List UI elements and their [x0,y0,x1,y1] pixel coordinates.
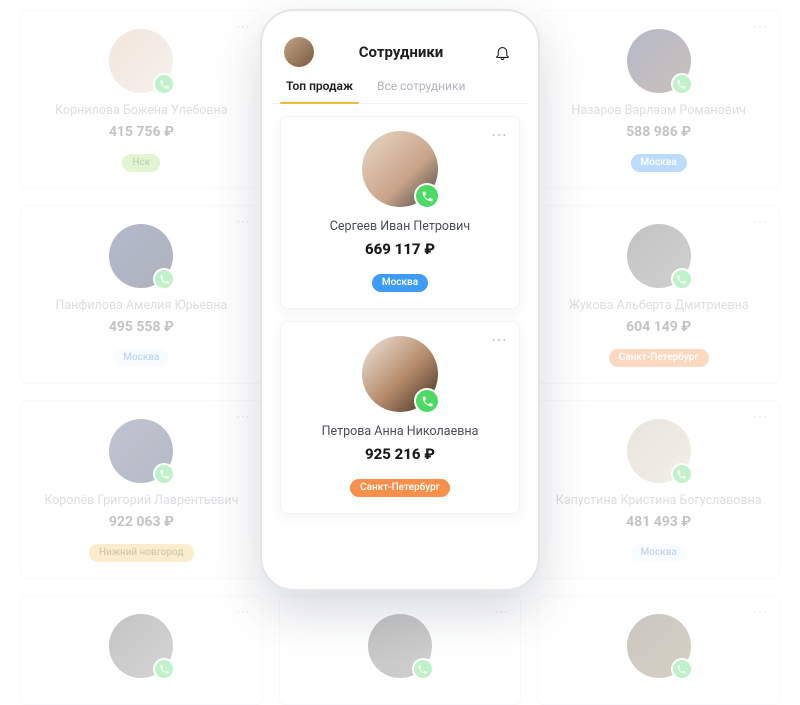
city-chip: Москва [372,274,428,292]
card-menu-button[interactable]: ⋯ [491,125,509,144]
employee-amount: 588 986 ₽ [550,124,767,140]
city-chip: Москва [113,349,169,367]
card-menu-button[interactable]: ⋯ [491,330,509,349]
phone-icon [417,664,428,675]
page-title: Сотрудники [359,43,444,61]
employee-name: Капустина Кристина Богуславовна [550,493,767,508]
phone-icon [421,190,434,203]
phone-icon [159,79,170,90]
phone-icon [676,664,687,675]
employee-name: Сергеев Иван Петрович [293,219,507,234]
call-badge[interactable] [671,268,693,290]
call-badge[interactable] [412,658,434,680]
tab-all-employees[interactable]: Все сотрудники [375,79,467,103]
current-user-avatar[interactable] [284,37,314,67]
city-chip: Санкт-Петербург [350,479,450,497]
employee-name: Панфилова Амелия Юрьевна [33,298,250,313]
background-employee-card: ⋯ Панфилова Амелия Юрьевна 495 558 ₽ Москва [20,205,263,384]
avatar [368,614,432,678]
card-menu-icon: ⋯ [236,19,252,35]
background-employee-card: ⋯ [20,595,263,705]
employee-amount: 481 493 ₽ [550,514,767,530]
avatar [109,614,173,678]
employee-amount: 604 149 ₽ [550,319,767,335]
city-chip: Москва [631,544,687,562]
city-chip: Нск [122,154,160,172]
background-employee-card: ⋯ Корнилова Божена Улебовна 415 756 ₽ Нск [20,10,263,189]
call-badge[interactable] [153,463,175,485]
background-employee-card: ⋯ [279,595,522,705]
employee-amount: 922 063 ₽ [33,514,250,530]
tab-top-sales[interactable]: Топ продаж [284,79,355,103]
call-badge[interactable] [671,463,693,485]
app-header: Сотрудники [272,31,528,79]
employee-card[interactable]: ⋯ Петрова Анна Николаевна 925 216 ₽ Санкт-П… [280,321,520,514]
card-menu-icon: ⋯ [494,604,510,620]
employee-amount: 495 558 ₽ [33,319,250,335]
employee-amount: 669 117 ₽ [293,240,507,258]
card-menu-icon: ⋯ [753,604,769,620]
phone-icon [676,469,687,480]
employee-name: Петрова Анна Николаевна [293,424,507,439]
background-employee-card: ⋯ Жукова Альберта Дмитриевна 604 149 ₽ Санк… [537,205,780,384]
phone-icon [676,79,687,90]
call-badge[interactable] [414,388,440,414]
background-employee-card: ⋯ Королёв Григорий Лаврентьевич 922 063 ₽ Н… [20,400,263,579]
employee-amount: 925 216 ₽ [293,445,507,463]
employee-name: Королёв Григорий Лаврентьевич [33,493,250,508]
avatar [109,29,173,93]
card-menu-icon: ⋯ [236,214,252,230]
call-badge[interactable] [414,183,440,209]
background-employee-card: ⋯ [537,595,780,705]
phone-icon [421,395,434,408]
card-menu-icon: ⋯ [236,409,252,425]
phone-icon [159,274,170,285]
tabs: Топ продаж Все сотрудники [272,79,528,104]
avatar [627,614,691,678]
employee-amount: 415 756 ₽ [33,124,250,140]
employee-name: Назаров Варлаам Романович [550,103,767,118]
avatar [109,224,173,288]
phone-mockup: Сотрудники Топ продаж Все сотрудники ⋯ Се… [260,9,540,591]
card-menu-icon: ⋯ [753,19,769,35]
call-badge[interactable] [153,73,175,95]
city-chip: Нижний новгород [89,544,194,562]
employee-card-list: ⋯ Сергеев Иван Петрович 669 117 ₽ Москва ⋯ Пе… [272,104,528,579]
employee-name: Корнилова Божена Улебовна [33,103,250,118]
avatar [627,29,691,93]
employee-name: Жукова Альберта Дмитриевна [550,298,767,313]
background-employee-card: ⋯ Капустина Кристина Богуславовна 481 493 … [537,400,780,579]
card-menu-icon: ⋯ [753,214,769,230]
card-menu-icon: ⋯ [236,604,252,620]
call-badge[interactable] [671,658,693,680]
background-employee-card: ⋯ Назаров Варлаам Романович 588 986 ₽ Москв… [537,10,780,189]
call-badge[interactable] [153,658,175,680]
avatar [627,419,691,483]
call-badge[interactable] [671,73,693,95]
phone-icon [676,274,687,285]
phone-icon [159,664,170,675]
avatar[interactable] [362,131,438,207]
employee-card[interactable]: ⋯ Сергеев Иван Петрович 669 117 ₽ Москва [280,116,520,309]
phone-icon [159,469,170,480]
card-menu-icon: ⋯ [753,409,769,425]
avatar [627,224,691,288]
notifications-button[interactable] [488,38,516,66]
city-chip: Москва [631,154,687,172]
call-badge[interactable] [153,268,175,290]
avatar [109,419,173,483]
bell-icon [494,44,511,61]
avatar[interactable] [362,336,438,412]
city-chip: Санкт-Петербург [609,349,709,367]
